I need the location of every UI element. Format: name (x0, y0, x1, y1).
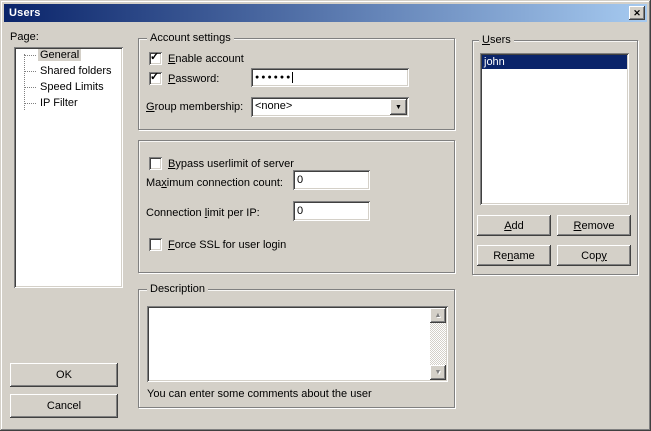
description-hint: You can enter some comments about the us… (147, 388, 372, 400)
titlebar[interactable]: Users ✕ (4, 4, 647, 22)
force-ssl-label[interactable]: Force SSL for user login (168, 239, 286, 251)
enable-account-row: ✓ Enable account (149, 52, 244, 65)
scroll-down-button[interactable]: ▼ (430, 365, 446, 380)
enable-account-checkbox[interactable]: ✓ (149, 52, 162, 65)
connections-per-ip-input[interactable]: 0 (293, 201, 370, 221)
scroll-up-button[interactable]: ▲ (430, 308, 446, 323)
tree-branch-icon (24, 71, 36, 72)
page-label: Page: (10, 31, 39, 43)
account-settings-group: Account settings ✓ Enable account ✓ Pass… (138, 38, 455, 130)
cancel-button[interactable]: Cancel (10, 394, 118, 418)
combo-dropdown-button[interactable]: ▼ (390, 99, 407, 115)
page-tree[interactable]: General Shared folders Speed Limits IP F… (14, 47, 123, 288)
group-membership-label: Group membership: (146, 101, 243, 113)
enable-account-label[interactable]: Enable account (168, 53, 244, 65)
ok-button[interactable]: OK (10, 363, 118, 387)
page-item-speed-limits[interactable]: Speed Limits (14, 79, 123, 95)
force-ssl-row: ✓ Force SSL for user login (149, 238, 286, 251)
description-scrollbar[interactable]: ▲ ▼ (430, 308, 446, 380)
users-dialog: Users ✕ Page: General Shared folders Spe… (0, 0, 651, 431)
tree-branch-icon (24, 55, 36, 56)
password-label[interactable]: Password: (168, 73, 219, 85)
limits-group: ✓ Bypass userlimit of server Maximum con… (138, 140, 455, 273)
arrow-up-icon: ▲ (435, 312, 442, 319)
max-connections-label: Maximum connection count: (146, 177, 283, 189)
password-checkbox[interactable]: ✓ (149, 72, 162, 85)
connections-per-ip-label: Connection limit per IP: (146, 207, 260, 219)
max-connections-input[interactable]: 0 (293, 170, 370, 190)
description-group: Description ▲ ▼ You can enter some comme… (138, 289, 455, 408)
copy-button[interactable]: Copy (557, 245, 631, 266)
arrow-down-icon: ▼ (435, 369, 442, 376)
close-icon: ✕ (633, 8, 641, 19)
users-group: Users john Add Remove Rename Copy (472, 40, 638, 275)
account-settings-group-label: Account settings (147, 32, 234, 44)
check-icon: ✓ (150, 70, 159, 83)
bypass-userlimit-label[interactable]: Bypass userlimit of server (168, 158, 294, 170)
window-title: Users (9, 7, 41, 19)
users-listbox[interactable]: john (480, 53, 629, 205)
description-group-label: Description (147, 283, 208, 295)
page-item-shared-folders[interactable]: Shared folders (14, 63, 123, 79)
close-button[interactable]: ✕ (629, 6, 645, 20)
tree-branch-icon (24, 103, 36, 104)
password-row: ✓ Password: (149, 72, 219, 85)
bypass-userlimit-checkbox[interactable]: ✓ (149, 157, 162, 170)
remove-button[interactable]: Remove (557, 215, 631, 236)
text-caret (292, 72, 293, 83)
force-ssl-checkbox[interactable]: ✓ (149, 238, 162, 251)
description-textarea[interactable]: ▲ ▼ (147, 306, 448, 382)
chevron-down-icon: ▼ (395, 104, 402, 111)
add-button[interactable]: Add (477, 215, 551, 236)
password-input[interactable]: ●●●●●● (251, 68, 409, 87)
group-membership-select[interactable]: <none> ▼ (251, 97, 409, 117)
rename-button[interactable]: Rename (477, 245, 551, 266)
page-item-ip-filter[interactable]: IP Filter (14, 95, 123, 111)
bypass-userlimit-row: ✓ Bypass userlimit of server (149, 157, 294, 170)
user-list-item-john[interactable]: john (482, 55, 627, 69)
page-item-general[interactable]: General (14, 47, 123, 63)
tree-branch-icon (24, 87, 36, 88)
users-group-label: Users (479, 34, 514, 46)
check-icon: ✓ (150, 50, 159, 63)
